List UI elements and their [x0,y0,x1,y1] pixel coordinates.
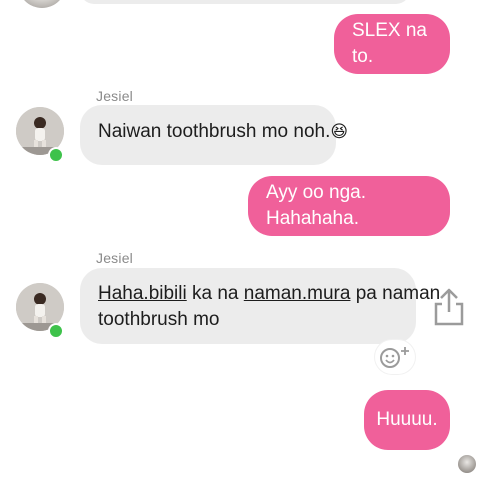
share-icon [434,288,464,326]
message-text: Ayy oo nga. Hahahaha. [266,182,367,229]
online-indicator [48,323,64,339]
message-text: pa naman [350,283,441,304]
online-indicator [48,147,64,163]
laughing-emoji-icon: 😆 [330,122,349,141]
message-bubble-incoming[interactable] [80,0,410,4]
message-bubble-incoming[interactable]: Haha.bibili ka na naman.mura pa naman to… [80,268,440,344]
message-link[interactable]: naman.mura [244,283,351,304]
add-reaction-button[interactable] [375,340,415,374]
message-text: ka na [186,283,244,304]
message-text: Naiwan toothbrush mo noh. [98,121,331,142]
share-button[interactable] [431,286,467,328]
message-text: SLEX na to. [352,20,427,67]
message-line-1: Haha.bibili ka na naman.mura pa naman [98,281,440,307]
message-link[interactable]: Haha.bibili [98,283,187,304]
chat-thread: SLEX na to. Jesiel Naiwan toothbrush mo … [0,0,480,480]
message-bubble-outgoing[interactable]: Huuuu. [364,390,450,450]
message-text: Huuuu. [376,409,438,430]
avatar[interactable] [16,107,64,163]
sender-name: Jesiel [96,250,133,266]
message-bubble-outgoing[interactable]: SLEX na to. [334,14,450,74]
message-bubble-incoming[interactable]: Naiwan toothbrush mo noh.😆 [80,105,348,165]
avatar[interactable] [16,283,64,339]
add-reaction-icon [380,347,409,368]
sender-name: Jesiel [96,88,133,104]
message-line-2: toothbrush mo [98,309,220,330]
message-bubble-outgoing[interactable]: Ayy oo nga. Hahahaha. [248,176,450,236]
avatar[interactable] [18,0,66,8]
read-receipt-avatar [458,455,476,473]
